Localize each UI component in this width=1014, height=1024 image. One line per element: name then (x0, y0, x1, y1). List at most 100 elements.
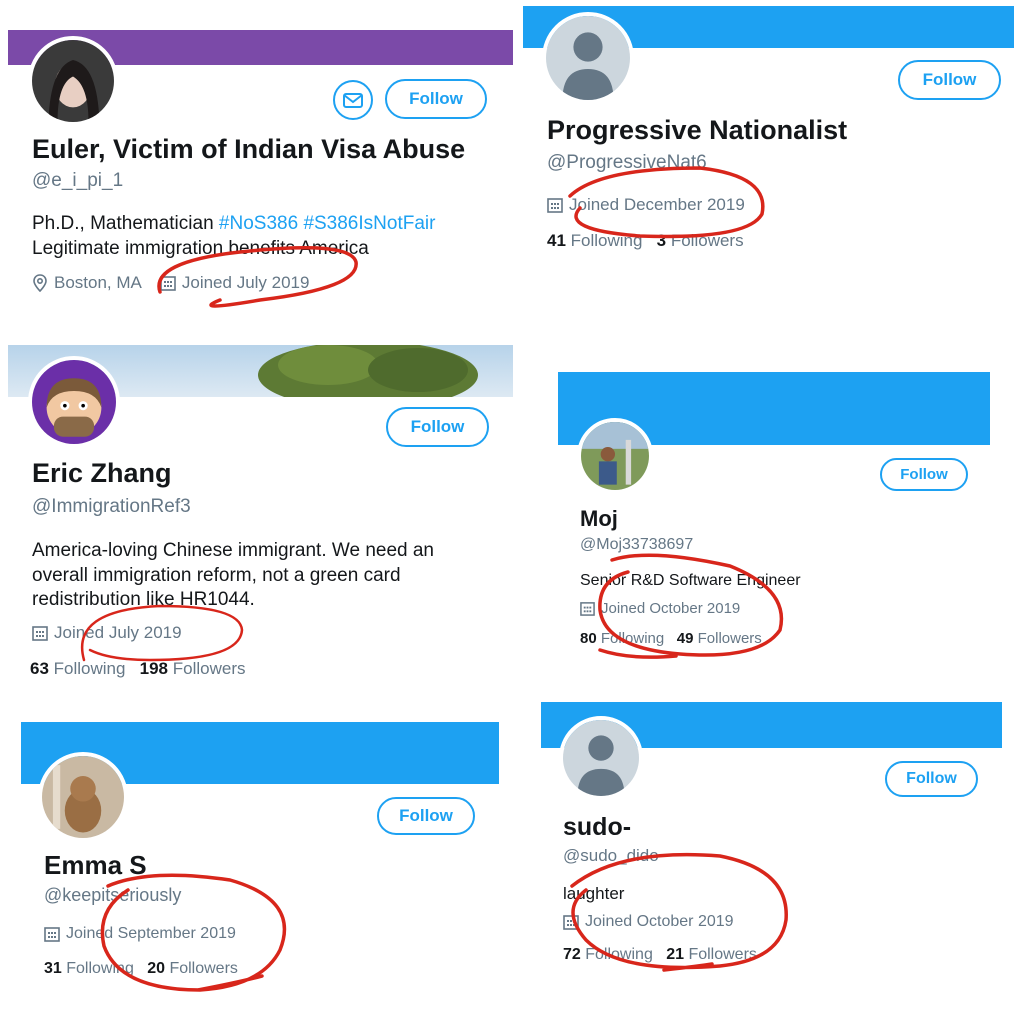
joined-date: Joined July 2019 (54, 623, 182, 642)
display-name: sudo- (563, 813, 632, 841)
joined-date: Joined October 2019 (601, 600, 741, 617)
profile-meta: Joined October 2019 (580, 600, 740, 617)
profile-meta: Joined December 2019 (547, 195, 745, 215)
calendar-icon (580, 602, 595, 616)
calendar-icon (32, 626, 48, 641)
location-pin-icon (33, 274, 47, 292)
bio: laughter (563, 884, 625, 903)
followers-link[interactable]: 20 Followers (147, 960, 238, 977)
default-avatar-icon (563, 720, 639, 796)
followers-count: 49 (676, 630, 694, 647)
hashtag-link[interactable]: #S386IsNotFair (303, 213, 435, 234)
user-handle: @keepitseriously (44, 885, 182, 905)
default-avatar-icon (546, 16, 630, 100)
followers-link[interactable]: 198 Followers (140, 659, 246, 678)
following-count: 72 (563, 946, 581, 963)
avatar[interactable] (559, 716, 643, 800)
follow-button[interactable]: Follow (880, 458, 968, 491)
following-count: 80 (580, 630, 597, 647)
profile-card-moj: Follow Moj @Moj33738697 Senior R&D Softw… (530, 360, 1014, 670)
profile-card-eric-zhang: Follow Eric Zhang @ImmigrationRef3 Ameri… (0, 340, 520, 690)
user-handle: @Moj33738697 (580, 536, 694, 553)
profile-meta: Joined September 2019 (44, 925, 236, 943)
followers-count: 198 (139, 659, 169, 678)
profile-meta: Boston, MA Joined July 2019 (32, 273, 309, 293)
calendar-icon (547, 198, 563, 213)
bio-text: Legitimate immigration benefits America (32, 237, 369, 259)
avatar-cartoon (32, 360, 116, 444)
avatar-photo (581, 422, 649, 490)
following-link[interactable]: 63 Following (30, 659, 125, 678)
followers-count: 21 (666, 946, 684, 963)
following-label: Following (66, 960, 134, 977)
calendar-icon (563, 915, 579, 930)
bio: Ph.D., Mathematician #NoS386 #S386IsNotF… (32, 212, 502, 261)
calendar-icon (160, 276, 176, 291)
avatar[interactable] (38, 752, 128, 842)
avatar[interactable] (28, 356, 120, 448)
followers-count: 20 (147, 960, 165, 977)
following-count: 31 (44, 960, 62, 977)
followers-label: Followers (697, 630, 762, 647)
followers-link[interactable]: 3 Followers (657, 231, 744, 250)
following-label: Following (600, 630, 665, 647)
location-text: Boston, MA (54, 273, 142, 292)
bio-text: Ph.D., Mathematician (32, 213, 214, 234)
following-link[interactable]: 72 Following (563, 946, 653, 963)
avatar[interactable] (28, 36, 118, 126)
joined-date: Joined July 2019 (181, 273, 310, 292)
bio: America-loving Chinese immigrant. We nee… (32, 540, 434, 611)
profile-card-progressive-nationalist: Follow Progressive Nationalist @Progress… (520, 0, 1014, 330)
following-label: Following (53, 659, 126, 678)
display-name: Emma S (44, 850, 147, 880)
message-button[interactable] (333, 80, 373, 120)
avatar-photo (32, 40, 114, 122)
follow-stats: 31 Following 20 Followers (44, 960, 238, 978)
follow-stats: 80 Following 49 Followers (580, 630, 762, 647)
followers-label: Followers (172, 659, 246, 678)
joined-date: Joined December 2019 (569, 195, 745, 214)
followers-link[interactable]: 21 Followers (666, 946, 757, 963)
display-name: Progressive Nationalist (547, 115, 848, 145)
follow-button[interactable]: Follow (885, 761, 978, 797)
avatar[interactable] (577, 418, 653, 494)
user-handle: @ImmigrationRef3 (32, 496, 191, 517)
profile-card-euler: Follow Euler, Victim of Indian Visa Abus… (0, 0, 520, 330)
followers-link[interactable]: 49 Followers (677, 630, 762, 647)
avatar[interactable] (542, 12, 634, 104)
following-link[interactable]: 41 Following (547, 231, 642, 250)
joined-date: Joined October 2019 (585, 913, 734, 930)
follow-button[interactable]: Follow (377, 797, 475, 835)
following-link[interactable]: 31 Following (44, 960, 134, 977)
follow-stats: 63 Following 198 Followers (30, 659, 246, 679)
profile-meta: Joined October 2019 (563, 913, 734, 931)
follow-button[interactable]: Follow (386, 407, 489, 447)
following-link[interactable]: 80 Following (580, 630, 664, 647)
following-count: 63 (30, 659, 49, 678)
follow-stats: 41 Following 3 Followers (547, 231, 744, 251)
joined-date: Joined September 2019 (66, 925, 236, 942)
envelope-icon (343, 92, 363, 108)
following-label: Following (570, 231, 643, 250)
followers-label: Followers (688, 946, 757, 963)
user-handle: @sudo_dido (563, 846, 659, 865)
user-handle: @e_i_pi_1 (32, 170, 124, 191)
following-count: 41 (547, 231, 566, 250)
profile-card-emma-s: Follow Emma S @keepitseriously Joined Se… (0, 700, 520, 1024)
bio: Senior R&D Software Engineer (580, 572, 801, 589)
followers-label: Followers (670, 231, 744, 250)
followers-label: Followers (169, 960, 238, 977)
hashtag-link[interactable]: #NoS386 (219, 213, 298, 234)
display-name: Euler, Victim of Indian Visa Abuse (32, 134, 466, 164)
following-label: Following (585, 946, 653, 963)
user-handle: @ProgressiveNat6 (547, 152, 707, 173)
calendar-icon (44, 927, 60, 942)
follow-button[interactable]: Follow (385, 79, 487, 119)
display-name: Eric Zhang (32, 458, 172, 488)
display-name: Moj (580, 506, 618, 531)
profile-meta: Joined July 2019 (32, 623, 182, 643)
profile-card-sudo: Follow sudo- @sudo_dido laughter Joined … (530, 690, 1014, 1024)
followers-count: 3 (656, 231, 667, 250)
follow-button[interactable]: Follow (898, 60, 1001, 100)
follow-stats: 72 Following 21 Followers (563, 946, 757, 964)
